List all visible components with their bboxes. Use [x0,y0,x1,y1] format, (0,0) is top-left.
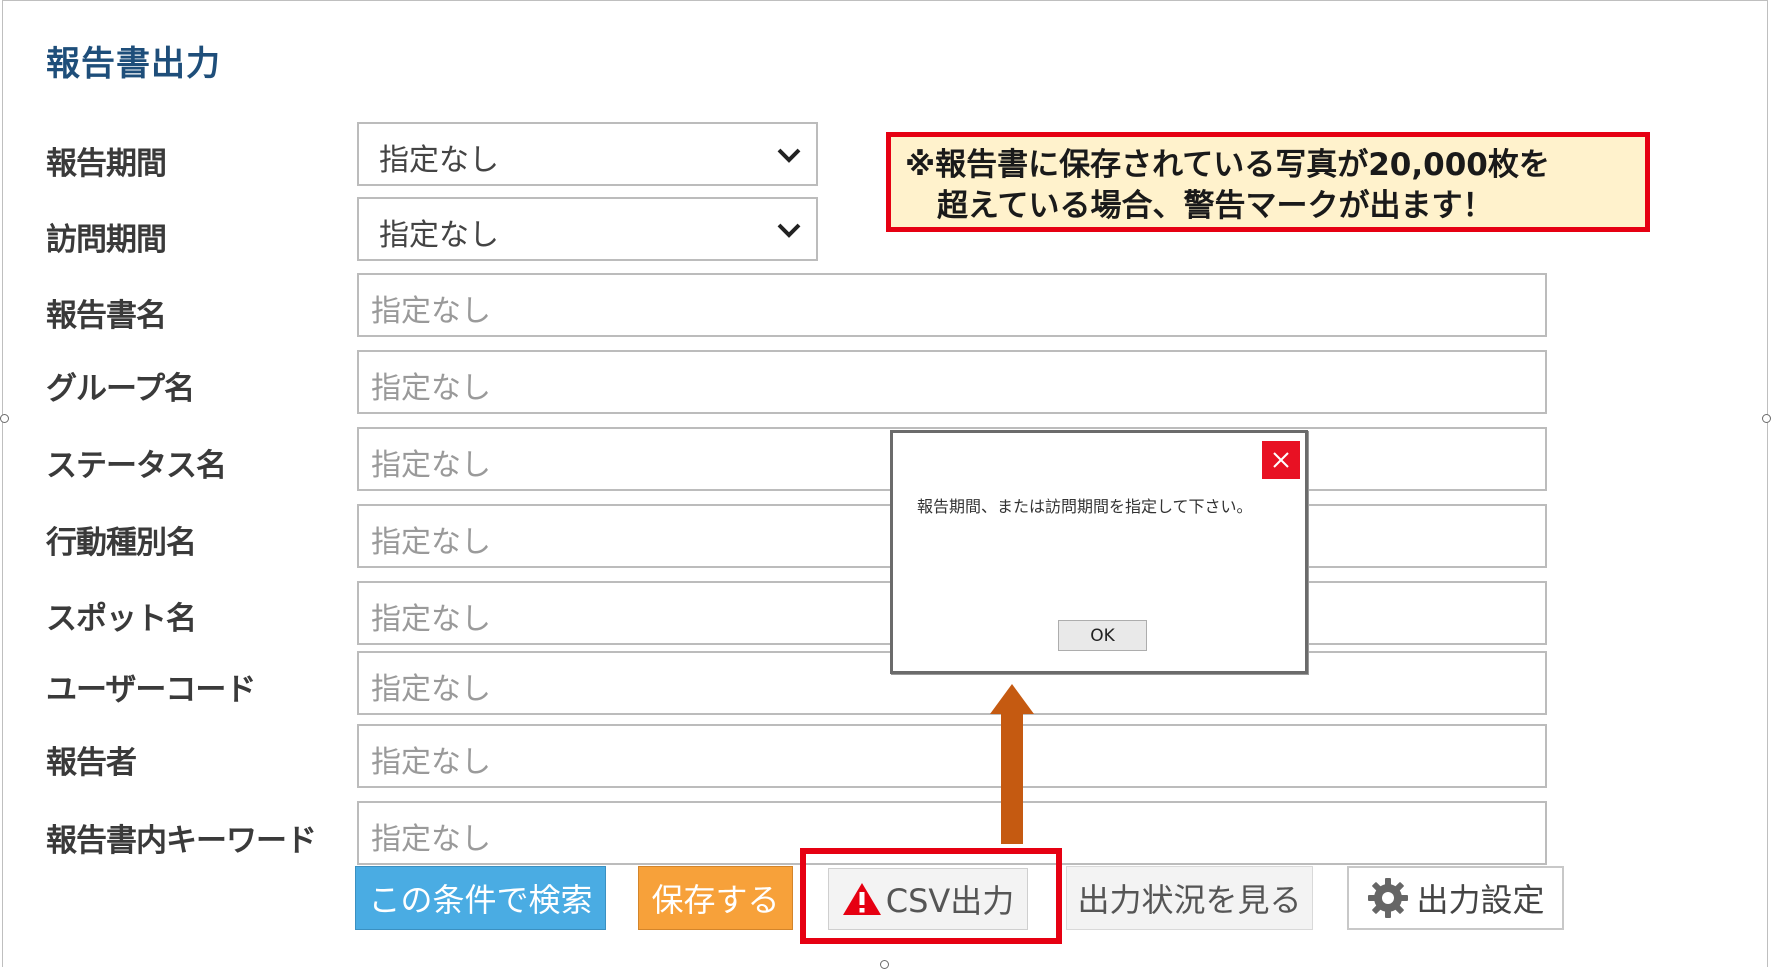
alert-dialog: 報告期間、または訪問期間を指定して下さい。 OK [890,430,1308,674]
user-code-placeholder: 指定なし [371,672,491,707]
spot-name-placeholder: 指定なし [371,602,491,637]
report-name-placeholder: 指定なし [371,294,491,329]
action-type-name-placeholder: 指定なし [371,525,491,560]
label-action-type-name: 行動種別名 [46,525,197,561]
view-output-status-label: 出力状況を見る [1077,881,1302,919]
callout-line-1: ※報告書に保存されている写真が20,000枚を [905,147,1550,183]
warning-callout: ※報告書に保存されている写真が20,000枚を 超えている場合、警告マークが出ま… [886,132,1650,232]
label-spot-name: スポット名 [46,601,197,637]
report-period-value: 指定なし [379,143,499,178]
dialog-close-button[interactable] [1262,441,1300,479]
label-group-name: グループ名 [46,371,195,407]
group-name-input[interactable]: 指定なし [357,350,1547,414]
page-title: 報告書出力 [46,44,221,84]
dialog-ok-label: OK [1090,625,1115,646]
save-button[interactable]: 保存する [638,866,793,930]
label-user-code: ユーザーコード [46,672,256,708]
view-output-status-button[interactable]: 出力状況を見る [1066,866,1313,930]
report-period-select[interactable]: 指定なし [357,122,818,186]
save-button-label: 保存する [651,881,780,919]
gear-icon [1368,878,1409,918]
resize-handle-right[interactable] [1762,414,1771,423]
group-name-placeholder: 指定なし [371,371,491,406]
arrow-up-icon [990,684,1034,844]
label-visit-period: 訪問期間 [46,222,167,258]
label-report-name: 報告書名 [46,298,167,334]
resize-handle-bottom[interactable] [880,960,889,969]
label-status-name: ステータス名 [46,448,227,484]
label-report-period: 報告期間 [46,146,167,182]
search-button-label: この条件で検索 [368,881,593,919]
output-settings-button[interactable]: 出力設定 [1347,866,1564,930]
reporter-input[interactable]: 指定なし [357,724,1547,788]
resize-handle-left[interactable] [0,414,9,423]
status-name-placeholder: 指定なし [371,448,491,483]
label-reporter: 報告者 [46,745,137,781]
visit-period-select[interactable]: 指定なし [357,197,818,261]
label-report-keyword: 報告書内キーワード [46,823,317,859]
reporter-placeholder: 指定なし [371,745,491,780]
close-icon [1273,452,1289,468]
output-settings-label: 出力設定 [1416,881,1545,919]
csv-highlight-box [800,848,1062,944]
chevron-down-icon [777,148,801,163]
report-name-input[interactable]: 指定なし [357,273,1547,337]
callout-line-2: 超えている場合、警告マークが出ます！ [937,188,1494,224]
dialog-ok-button[interactable]: OK [1058,620,1147,651]
visit-period-value: 指定なし [379,218,499,253]
search-button[interactable]: この条件で検索 [355,866,606,930]
report-keyword-placeholder: 指定なし [371,822,491,857]
dialog-message: 報告期間、または訪問期間を指定して下さい。 [917,497,1253,516]
chevron-down-icon [777,223,801,238]
